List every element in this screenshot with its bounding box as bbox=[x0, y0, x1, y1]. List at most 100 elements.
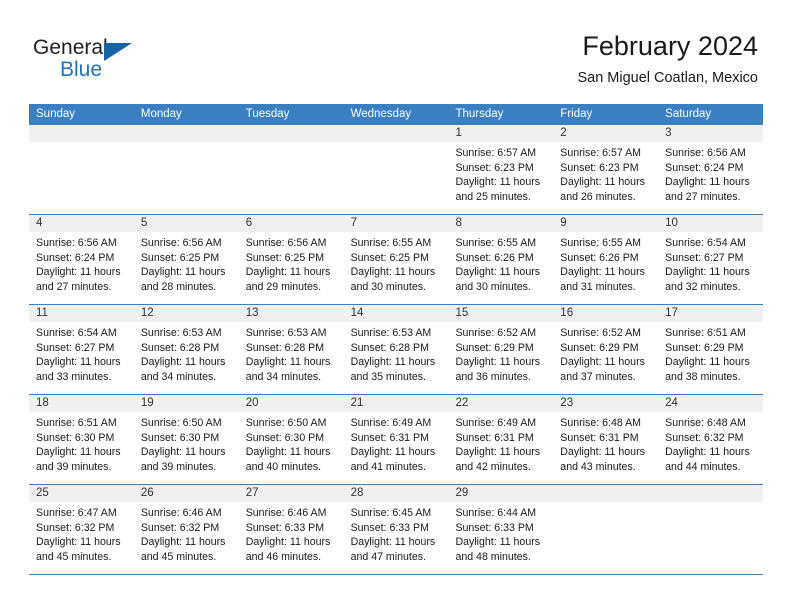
daylight-text: Daylight: 11 hours and 27 minutes. bbox=[665, 176, 750, 203]
sunset-text: Sunset: 6:26 PM bbox=[560, 251, 639, 264]
calendar-week-row: 25 Sunrise: 6:47 AM Sunset: 6:32 PM Dayligh… bbox=[29, 485, 764, 575]
calendar-day-cell[interactable]: 16 Sunrise: 6:52 AM Sunset: 6:29 PM Dayligh… bbox=[553, 305, 659, 394]
sunset-text: Sunset: 6:33 PM bbox=[455, 521, 534, 534]
day-number-band: 8 bbox=[448, 215, 554, 232]
day-number-band: 26 bbox=[133, 485, 239, 502]
sunset-text: Sunset: 6:30 PM bbox=[36, 431, 115, 444]
sunset-text: Sunset: 6:24 PM bbox=[665, 161, 744, 174]
calendar-day-cell[interactable]: 11 Sunrise: 6:54 AM Sunset: 6:27 PM Dayligh… bbox=[29, 305, 134, 394]
day-info: Sunrise: 6:52 AM Sunset: 6:29 PM Daylight:… bbox=[448, 322, 553, 384]
general-blue-logo[interactable]: General Blue bbox=[33, 36, 213, 88]
calendar-day-cell[interactable]: 24 Sunrise: 6:48 AM Sunset: 6:32 PM Dayligh… bbox=[658, 395, 764, 484]
sunrise-text: Sunrise: 6:55 AM bbox=[350, 237, 432, 249]
calendar-day-cell[interactable]: 19 Sunrise: 6:50 AM Sunset: 6:30 PM Dayligh… bbox=[133, 395, 239, 484]
calendar-day-cell[interactable]: 13 Sunrise: 6:53 AM Sunset: 6:28 PM Dayligh… bbox=[238, 305, 344, 394]
calendar-day-cell[interactable]: 23 Sunrise: 6:48 AM Sunset: 6:31 PM Dayligh… bbox=[553, 395, 659, 484]
sunset-text: Sunset: 6:24 PM bbox=[36, 251, 115, 264]
day-info: Sunrise: 6:46 AM Sunset: 6:32 PM Daylight:… bbox=[134, 502, 239, 564]
calendar-day-cell[interactable]: 3 Sunrise: 6:56 AM Sunset: 6:24 PM Daylight… bbox=[658, 125, 764, 214]
calendar-day-cell[interactable]: 17 Sunrise: 6:51 AM Sunset: 6:29 PM Dayligh… bbox=[658, 305, 764, 394]
day-info: Sunrise: 6:51 AM Sunset: 6:30 PM Daylight:… bbox=[29, 412, 134, 474]
sunrise-text: Sunrise: 6:44 AM bbox=[455, 507, 537, 519]
day-number-band: 24 bbox=[658, 395, 764, 412]
day-info: Sunrise: 6:53 AM Sunset: 6:28 PM Daylight:… bbox=[344, 322, 449, 384]
daylight-text: Daylight: 11 hours and 34 minutes. bbox=[140, 356, 226, 383]
calendar-day-cell[interactable]: 25 Sunrise: 6:47 AM Sunset: 6:32 PM Dayligh… bbox=[29, 485, 134, 574]
sunrise-text: Sunrise: 6:50 AM bbox=[140, 417, 222, 429]
calendar-day-cell[interactable]: 26 Sunrise: 6:46 AM Sunset: 6:32 PM Dayligh… bbox=[133, 485, 239, 574]
sunset-text: Sunset: 6:23 PM bbox=[455, 161, 534, 174]
day-number-band: 15 bbox=[448, 305, 554, 322]
sunrise-text: Sunrise: 6:53 AM bbox=[350, 327, 432, 339]
weekday-header-row: Sunday Monday Tuesday Wednesday Thursday… bbox=[29, 104, 763, 125]
calendar-day-cell[interactable]: 9 Sunrise: 6:55 AM Sunset: 6:26 PM Daylight… bbox=[553, 215, 659, 304]
sunrise-text: Sunrise: 6:52 AM bbox=[455, 327, 537, 339]
calendar-day-cell[interactable]: 4 Sunrise: 6:56 AM Sunset: 6:24 PM Daylight… bbox=[29, 215, 134, 304]
day-number-band: 21 bbox=[343, 395, 449, 412]
day-info: Sunrise: 6:46 AM Sunset: 6:33 PM Daylight:… bbox=[239, 502, 344, 564]
day-info: Sunrise: 6:50 AM Sunset: 6:30 PM Daylight:… bbox=[134, 412, 239, 474]
sunrise-text: Sunrise: 6:49 AM bbox=[455, 417, 537, 429]
sunrise-text: Sunrise: 6:48 AM bbox=[665, 417, 746, 429]
day-number-band bbox=[29, 125, 134, 142]
sunrise-text: Sunrise: 6:57 AM bbox=[455, 147, 537, 159]
day-info: Sunrise: 6:44 AM Sunset: 6:33 PM Daylight:… bbox=[448, 502, 553, 564]
daylight-text: Daylight: 11 hours and 41 minutes. bbox=[350, 446, 436, 473]
daylight-text: Daylight: 11 hours and 48 minutes. bbox=[455, 536, 541, 563]
calendar-day-cell[interactable]: 27 Sunrise: 6:46 AM Sunset: 6:33 PM Dayligh… bbox=[238, 485, 344, 574]
calendar-day-cell[interactable]: 15 Sunrise: 6:52 AM Sunset: 6:29 PM Dayligh… bbox=[448, 305, 554, 394]
calendar-day-cell[interactable]: 14 Sunrise: 6:53 AM Sunset: 6:28 PM Dayligh… bbox=[343, 305, 449, 394]
daylight-text: Daylight: 11 hours and 26 minutes. bbox=[560, 176, 645, 203]
calendar-day-cell[interactable]: 6 Sunrise: 6:56 AM Sunset: 6:25 PM Daylight… bbox=[238, 215, 344, 304]
sunrise-text: Sunrise: 6:55 AM bbox=[560, 237, 641, 249]
weekday-header-friday: Friday bbox=[560, 108, 593, 120]
calendar-day-cell[interactable]: 12 Sunrise: 6:53 AM Sunset: 6:28 PM Dayligh… bbox=[133, 305, 239, 394]
day-number-band: 3 bbox=[658, 125, 764, 142]
daylight-text: Daylight: 11 hours and 45 minutes. bbox=[140, 536, 226, 563]
day-number: 21 bbox=[350, 397, 364, 409]
calendar-day-cell[interactable]: 8 Sunrise: 6:55 AM Sunset: 6:26 PM Daylight… bbox=[448, 215, 554, 304]
sunrise-text: Sunrise: 6:53 AM bbox=[140, 327, 222, 339]
day-number: 27 bbox=[245, 487, 259, 499]
calendar-weeks: 1 Sunrise: 6:57 AM Sunset: 6:23 PM Daylight… bbox=[29, 125, 764, 575]
day-info: Sunrise: 6:45 AM Sunset: 6:33 PM Daylight:… bbox=[344, 502, 449, 564]
sunrise-text: Sunrise: 6:56 AM bbox=[140, 237, 222, 249]
sunset-text: Sunset: 6:26 PM bbox=[455, 251, 534, 264]
day-number: 24 bbox=[665, 397, 678, 409]
day-number: 13 bbox=[245, 307, 259, 319]
day-number-band bbox=[343, 125, 449, 142]
day-number: 5 bbox=[140, 217, 148, 229]
calendar-day-cell[interactable]: 21 Sunrise: 6:49 AM Sunset: 6:31 PM Dayligh… bbox=[343, 395, 449, 484]
day-number-band: 6 bbox=[238, 215, 344, 232]
sunrise-text: Sunrise: 6:52 AM bbox=[560, 327, 641, 339]
day-number: 1 bbox=[455, 127, 462, 139]
calendar-day-cell[interactable]: 5 Sunrise: 6:56 AM Sunset: 6:25 PM Daylight… bbox=[133, 215, 239, 304]
logo-text-general: General bbox=[33, 36, 108, 59]
weekday-header-sunday: Sunday bbox=[36, 108, 76, 120]
calendar-day-cell-empty bbox=[238, 125, 344, 214]
daylight-text: Daylight: 11 hours and 29 minutes. bbox=[245, 266, 331, 293]
sunrise-text: Sunrise: 6:51 AM bbox=[665, 327, 746, 339]
calendar-day-cell[interactable]: 10 Sunrise: 6:54 AM Sunset: 6:27 PM Dayligh… bbox=[658, 215, 764, 304]
calendar-day-cell[interactable]: 28 Sunrise: 6:45 AM Sunset: 6:33 PM Dayligh… bbox=[343, 485, 449, 574]
day-info: Sunrise: 6:48 AM Sunset: 6:32 PM Daylight:… bbox=[658, 412, 763, 474]
calendar-day-cell[interactable]: 22 Sunrise: 6:49 AM Sunset: 6:31 PM Dayligh… bbox=[448, 395, 554, 484]
calendar-day-cell[interactable]: 1 Sunrise: 6:57 AM Sunset: 6:23 PM Daylight… bbox=[448, 125, 554, 214]
sunset-text: Sunset: 6:27 PM bbox=[665, 251, 744, 264]
sunrise-text: Sunrise: 6:54 AM bbox=[36, 327, 117, 339]
daylight-text: Daylight: 11 hours and 39 minutes. bbox=[140, 446, 226, 473]
daylight-text: Daylight: 11 hours and 39 minutes. bbox=[36, 446, 121, 473]
daylight-text: Daylight: 11 hours and 28 minutes. bbox=[140, 266, 226, 293]
calendar-day-cell[interactable]: 7 Sunrise: 6:55 AM Sunset: 6:25 PM Daylight… bbox=[343, 215, 449, 304]
calendar-day-cell[interactable]: 20 Sunrise: 6:50 AM Sunset: 6:30 PM Dayligh… bbox=[238, 395, 344, 484]
day-info: Sunrise: 6:56 AM Sunset: 6:25 PM Daylight:… bbox=[239, 232, 344, 294]
day-number-band: 11 bbox=[29, 305, 134, 322]
sunset-text: Sunset: 6:31 PM bbox=[350, 431, 429, 444]
calendar-day-cell[interactable]: 29 Sunrise: 6:44 AM Sunset: 6:33 PM Dayligh… bbox=[448, 485, 554, 574]
day-number: 3 bbox=[665, 127, 672, 139]
sunset-text: Sunset: 6:29 PM bbox=[560, 341, 639, 354]
calendar-day-cell[interactable]: 2 Sunrise: 6:57 AM Sunset: 6:23 PM Daylight… bbox=[553, 125, 659, 214]
page-header: General Blue February 2024 San Miguel Co… bbox=[0, 0, 792, 104]
daylight-text: Daylight: 11 hours and 42 minutes. bbox=[455, 446, 541, 473]
calendar-day-cell[interactable]: 18 Sunrise: 6:51 AM Sunset: 6:30 PM Dayligh… bbox=[29, 395, 134, 484]
